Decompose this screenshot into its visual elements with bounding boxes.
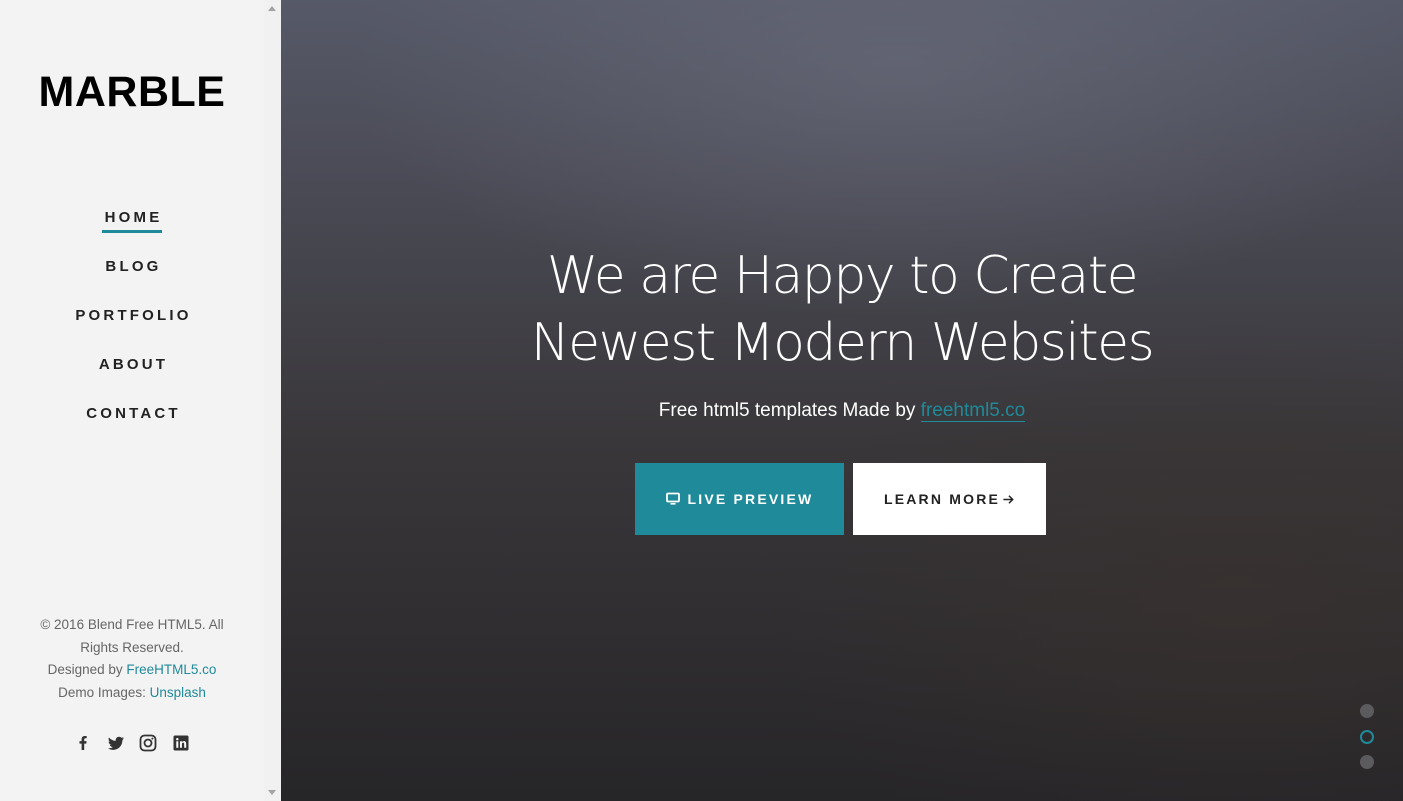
nav-item-blog[interactable]: BLOG bbox=[0, 257, 264, 306]
freehtml5-hero-link[interactable]: freehtml5.co bbox=[920, 400, 1026, 422]
headline-line-2: Newest Modern Websites bbox=[530, 313, 1155, 373]
hero-subline: Free html5 templates Made by freehtml5.c… bbox=[281, 400, 1403, 422]
slide-dot-1[interactable] bbox=[1360, 704, 1374, 718]
copyright-line-1: © 2016 Blend Free HTML5. All bbox=[40, 617, 224, 632]
designed-by: Designed by FreeHTML5.co bbox=[0, 659, 264, 682]
freehtml5-link[interactable]: FreeHTML5.co bbox=[126, 662, 216, 677]
nav-item-portfolio[interactable]: PORTFOLIO bbox=[0, 306, 264, 355]
nav-item-label: ABOUT bbox=[98, 356, 169, 373]
sidebar-scrollbar[interactable] bbox=[264, 0, 281, 801]
nav-item-label: CONTACT bbox=[86, 405, 181, 422]
demo-images-prefix: Demo Images: bbox=[58, 684, 150, 700]
live-preview-button[interactable]: LIVE PREVIEW bbox=[635, 463, 844, 535]
main-nav: HOME BLOG PORTFOLIO ABOUT CONTACT bbox=[0, 208, 264, 453]
designed-by-prefix: Designed by bbox=[47, 662, 127, 677]
learn-more-label: LEARN MORE bbox=[883, 491, 1001, 507]
slide-dot-2[interactable] bbox=[1360, 730, 1374, 744]
sidebar-footer: © 2016 Blend Free HTML5. All Rights Rese… bbox=[0, 614, 264, 704]
live-preview-label: LIVE PREVIEW bbox=[687, 491, 814, 507]
linkedin-icon[interactable] bbox=[171, 733, 191, 753]
subline-text: Free html5 templates Made by bbox=[658, 400, 921, 421]
nav-item-contact[interactable]: CONTACT bbox=[0, 404, 264, 453]
nav-item-home[interactable]: HOME bbox=[0, 208, 264, 257]
instagram-icon[interactable] bbox=[138, 733, 158, 753]
nav-item-label: HOME bbox=[101, 208, 163, 233]
hero-headline: We are Happy to Create Newest Modern Web… bbox=[281, 243, 1403, 377]
twitter-icon[interactable] bbox=[106, 733, 126, 753]
monitor-icon bbox=[665, 492, 680, 505]
nav-item-label: PORTFOLIO bbox=[75, 307, 192, 324]
scroll-up-arrow-icon[interactable] bbox=[268, 6, 276, 11]
hero-section: We are Happy to Create Newest Modern Web… bbox=[281, 0, 1403, 801]
social-links bbox=[0, 733, 264, 753]
arrow-right-icon bbox=[1003, 494, 1014, 504]
copyright-line-2: Rights Reserved. bbox=[80, 639, 184, 655]
learn-more-button[interactable]: LEARN MORE bbox=[853, 463, 1046, 535]
demo-images: Demo Images: Unsplash bbox=[0, 682, 264, 705]
scroll-down-arrow-icon[interactable] bbox=[268, 790, 276, 795]
facebook-icon[interactable] bbox=[73, 733, 93, 753]
nav-item-label: BLOG bbox=[105, 258, 162, 275]
site-logo[interactable]: MARBLE bbox=[0, 68, 264, 117]
headline-line-1: We are Happy to Create bbox=[546, 246, 1139, 306]
sidebar: MARBLE HOME BLOG PORTFOLIO ABOUT CONTACT… bbox=[0, 0, 264, 801]
unsplash-link[interactable]: Unsplash bbox=[150, 685, 206, 700]
nav-item-about[interactable]: ABOUT bbox=[0, 355, 264, 404]
slide-dot-3[interactable] bbox=[1360, 755, 1374, 769]
